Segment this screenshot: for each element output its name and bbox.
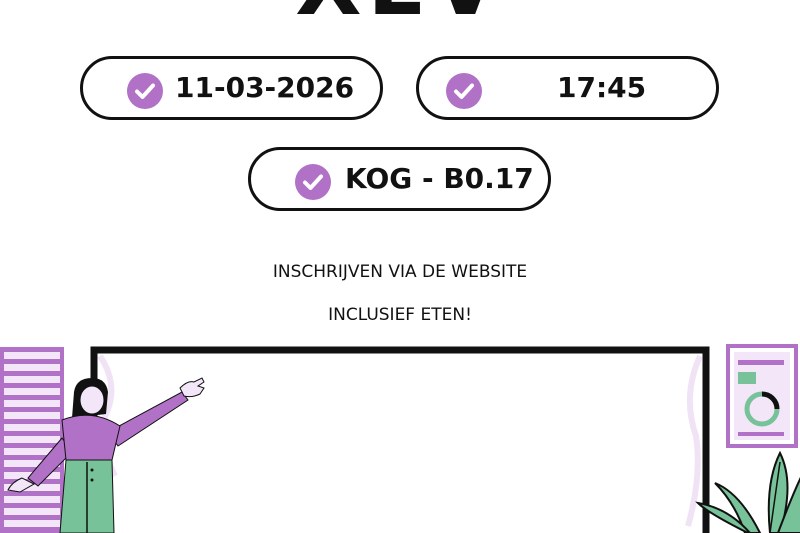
whiteboard-illustration xyxy=(90,346,710,533)
presentation-illustration xyxy=(0,344,800,533)
window-blind-illustration xyxy=(0,347,64,533)
chart-poster-illustration xyxy=(726,344,798,448)
plant-illustration xyxy=(695,450,800,533)
